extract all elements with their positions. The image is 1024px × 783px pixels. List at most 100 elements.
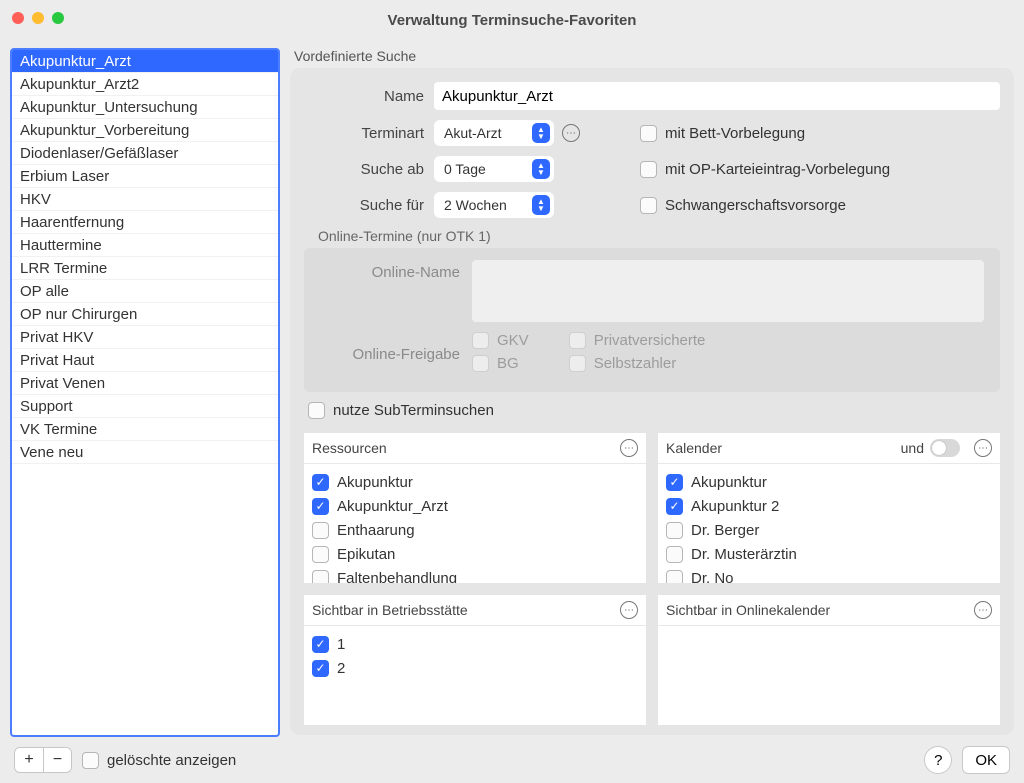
list-item-label: Dr. Musterärztin — [691, 546, 797, 563]
checkbox-icon[interactable] — [312, 546, 329, 563]
calendars-more-icon[interactable]: ⋯ — [974, 439, 992, 457]
favorite-item[interactable]: Haarentfernung — [12, 211, 278, 234]
checkbox-icon[interactable] — [312, 522, 329, 539]
op-record-preassign-checkbox[interactable]: mit OP-Karteieintrag-Vorbelegung — [640, 161, 890, 178]
list-item-label: Akupunktur — [691, 474, 767, 491]
favorite-item[interactable]: OP nur Chirurgen — [12, 303, 278, 326]
online-panel: Online-Name Online-Freigabe GKV Privatve… — [304, 248, 1000, 392]
online-name-label: Online-Name — [320, 260, 460, 281]
terminart-select[interactable]: Akut-Arzt ▲▼ — [434, 120, 554, 146]
favorites-list[interactable]: Akupunktur_ArztAkupunktur_Arzt2Akupunktu… — [10, 48, 280, 737]
add-remove-segment: + − — [14, 747, 72, 773]
favorite-item[interactable]: Diodenlaser/Gefäßlaser — [12, 142, 278, 165]
list-item[interactable]: ✓Akupunktur — [312, 470, 638, 494]
favorite-item[interactable]: Akupunktur_Untersuchung — [12, 96, 278, 119]
favorite-item[interactable]: OP alle — [12, 280, 278, 303]
terminart-label: Terminart — [304, 125, 424, 142]
and-label: und — [901, 440, 924, 456]
favorite-item[interactable]: Privat Venen — [12, 372, 278, 395]
checkbox-icon[interactable]: ✓ — [666, 474, 683, 491]
sucheab-value: 0 Tage — [444, 161, 486, 177]
checkbox-icon[interactable] — [666, 570, 683, 584]
favorite-item[interactable]: Privat HKV — [12, 326, 278, 349]
terminart-more-icon[interactable]: ⋯ — [562, 124, 580, 142]
favorite-item[interactable]: Erbium Laser — [12, 165, 278, 188]
favorite-item[interactable]: Akupunktur_Arzt — [12, 50, 278, 73]
list-item-label: Akupunktur 2 — [691, 498, 779, 515]
predefined-section-label: Vordefinierte Suche — [294, 48, 1014, 64]
name-label: Name — [304, 88, 424, 105]
resources-list: Ressourcen ⋯ ✓Akupunktur✓Akupunktur_Arzt… — [304, 433, 646, 583]
checkbox-icon[interactable] — [666, 522, 683, 539]
close-window-button[interactable] — [12, 12, 24, 24]
list-item[interactable]: ✓ Akupunktur 2 — [666, 494, 992, 518]
list-item[interactable]: Epikutan — [312, 542, 638, 566]
list-item[interactable]: Dr. Musterärztin — [666, 542, 992, 566]
checkbox-icon[interactable]: ✓ — [312, 474, 329, 491]
list-item[interactable]: ✓ Akupunktur — [666, 470, 992, 494]
footer: + − gelöschte anzeigen ? OK — [0, 737, 1024, 783]
checkbox-icon[interactable]: ✓ — [312, 498, 329, 515]
visible-bs-more-icon[interactable]: ⋯ — [620, 601, 638, 619]
favorite-item[interactable]: LRR Termine — [12, 257, 278, 280]
pregnancy-care-checkbox[interactable]: Schwangerschaftsvorsorge — [640, 197, 846, 214]
list-item[interactable]: ✓1 — [312, 632, 638, 656]
list-item[interactable]: Dr. Berger — [666, 518, 992, 542]
favorite-item[interactable]: Hauttermine — [12, 234, 278, 257]
predefined-panel: Name Terminart Akut-Arzt ▲▼ ⋯ mit Bett-V… — [290, 68, 1014, 735]
resources-more-icon[interactable]: ⋯ — [620, 439, 638, 457]
checkbox-icon[interactable] — [312, 570, 329, 584]
list-item[interactable]: Enthaarung — [312, 518, 638, 542]
favorite-item[interactable]: Support — [12, 395, 278, 418]
list-item[interactable]: ✓2 — [312, 656, 638, 680]
list-item[interactable]: Dr. No — [666, 566, 992, 583]
maximize-window-button[interactable] — [52, 12, 64, 24]
remove-button[interactable]: − — [43, 748, 71, 772]
calendars-list: Kalender und ⋯ ✓Akupunktur✓Akupunktur 2D… — [658, 433, 1000, 583]
list-item-label: Epikutan — [337, 546, 395, 563]
show-deleted-checkbox[interactable]: gelöschte anzeigen — [82, 752, 236, 769]
checkbox-icon[interactable]: ✓ — [666, 498, 683, 515]
selbstzahler-checkbox: Selbstzahler — [569, 355, 706, 372]
visible-online-list: Sichtbar in Onlinekalender ⋯ — [658, 595, 1000, 725]
privatversicherte-checkbox: Privatversicherte — [569, 332, 706, 349]
list-item-label: 1 — [337, 636, 345, 653]
online-section-label: Online-Termine (nur OTK 1) — [318, 228, 1000, 244]
visible-online-more-icon[interactable]: ⋯ — [974, 601, 992, 619]
chevron-updown-icon: ▲▼ — [532, 195, 550, 215]
list-item-label: Akupunktur_Arzt — [337, 498, 448, 515]
checkbox-icon[interactable]: ✓ — [312, 660, 329, 677]
favorite-item[interactable]: VK Termine — [12, 418, 278, 441]
resources-header: Ressourcen — [312, 440, 387, 456]
list-item-label: Dr. Berger — [691, 522, 759, 539]
favorite-item[interactable]: Akupunktur_Arzt2 — [12, 73, 278, 96]
name-field[interactable] — [434, 82, 1000, 110]
list-item[interactable]: ✓ Akupunktur_Arzt — [312, 494, 638, 518]
checkbox-icon[interactable] — [666, 546, 683, 563]
list-item-label: Faltenbehandlung — [337, 570, 457, 584]
bg-checkbox: BG — [472, 355, 529, 372]
sucheab-label: Suche ab — [304, 161, 424, 178]
suchefuer-select[interactable]: 2 Wochen ▲▼ — [434, 192, 554, 218]
help-button[interactable]: ? — [924, 746, 952, 774]
checkbox-icon[interactable]: ✓ — [312, 636, 329, 653]
list-item-label: Enthaarung — [337, 522, 415, 539]
use-subsearch-checkbox[interactable]: nutze SubTerminsuchen — [308, 402, 494, 419]
visible-bs-list: Sichtbar in Betriebsstätte ⋯ ✓1✓2 — [304, 595, 646, 725]
ok-button[interactable]: OK — [962, 746, 1010, 774]
and-toggle[interactable] — [930, 439, 960, 457]
online-name-field[interactable] — [472, 260, 984, 322]
window-title: Verwaltung Terminsuche-Favoriten — [0, 12, 1024, 29]
online-freigabe-label: Online-Freigabe — [320, 342, 460, 363]
list-item-label: 2 — [337, 660, 345, 677]
favorite-item[interactable]: Privat Haut — [12, 349, 278, 372]
favorite-item[interactable]: HKV — [12, 188, 278, 211]
terminart-value: Akut-Arzt — [444, 125, 502, 141]
sucheab-select[interactable]: 0 Tage ▲▼ — [434, 156, 554, 182]
favorite-item[interactable]: Akupunktur_Vorbereitung — [12, 119, 278, 142]
list-item[interactable]: Faltenbehandlung — [312, 566, 638, 583]
bed-preassign-checkbox[interactable]: mit Bett-Vorbelegung — [640, 125, 805, 142]
favorite-item[interactable]: Vene neu — [12, 441, 278, 464]
add-button[interactable]: + — [15, 748, 43, 772]
minimize-window-button[interactable] — [32, 12, 44, 24]
